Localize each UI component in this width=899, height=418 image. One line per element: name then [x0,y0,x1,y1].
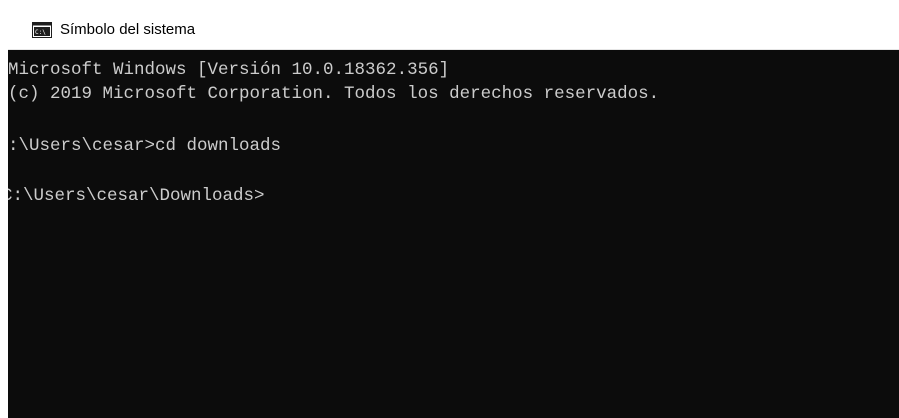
console-line-prompt: C:\Users\cesar\Downloads> [8,186,265,206]
console-line-copyright: (c) 2019 Microsoft Corporation. Todos lo… [8,84,660,104]
window-title: Símbolo del sistema [60,21,196,38]
svg-text:C:\: C:\ [35,29,46,36]
console-line-command: :\Users\cesar>cd downloads [8,136,282,156]
title-bar[interactable]: C:\ Símbolo del sistema [8,10,899,50]
console-line-version: Microsoft Windows [Versión 10.0.18362.35… [8,60,450,80]
command-prompt-window: C:\ Símbolo del sistema Microsoft Window… [8,10,899,418]
console-output[interactable]: Microsoft Windows [Versión 10.0.18362.35… [8,54,899,418]
cmd-icon: C:\ [32,22,52,38]
